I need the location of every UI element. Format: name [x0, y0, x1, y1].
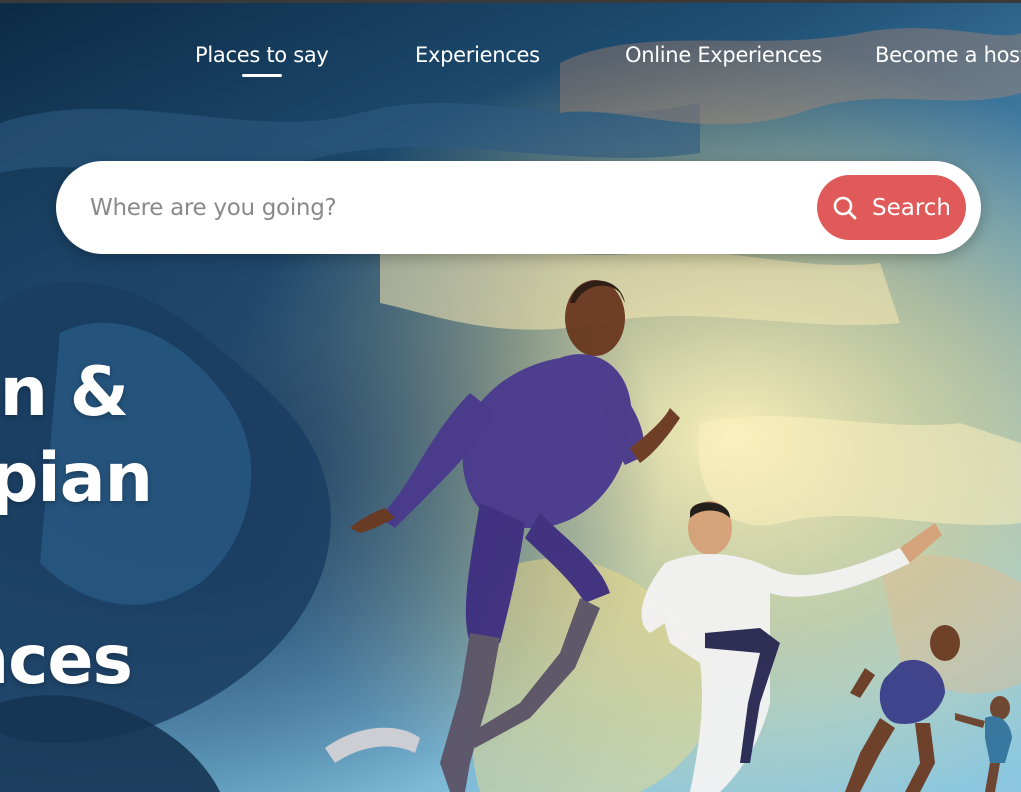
hero-headline: an & pian nces — [0, 353, 300, 792]
headline-line-1: an & — [0, 353, 129, 432]
nav-item-online-experiences[interactable]: Online Experiences — [625, 43, 822, 67]
search-button[interactable]: Search — [817, 175, 966, 240]
search-icon — [833, 196, 857, 219]
nav-item-label: Experiences — [415, 43, 540, 67]
nav-item-places-to-say[interactable]: Places to say — [195, 43, 329, 77]
search-input[interactable] — [88, 181, 792, 235]
nav-item-label: Places to say — [195, 43, 329, 67]
nav-item-experiences[interactable]: Experiences — [415, 43, 540, 67]
search-bar: Search — [56, 161, 981, 254]
search-button-label: Search — [871, 194, 952, 221]
nav-item-label: Become a host — [875, 43, 1021, 67]
top-navigation: Places to say Experiences Online Experie… — [0, 43, 1021, 83]
hero-banner: Places to say Experiences Online Experie… — [0, 3, 1021, 792]
headline-line-3: nces — [0, 621, 133, 700]
nav-item-become-a-host[interactable]: Become a host — [875, 43, 1021, 67]
active-nav-underline — [241, 74, 282, 77]
nav-item-label: Online Experiences — [625, 43, 823, 67]
headline-line-2: pian — [0, 439, 153, 518]
